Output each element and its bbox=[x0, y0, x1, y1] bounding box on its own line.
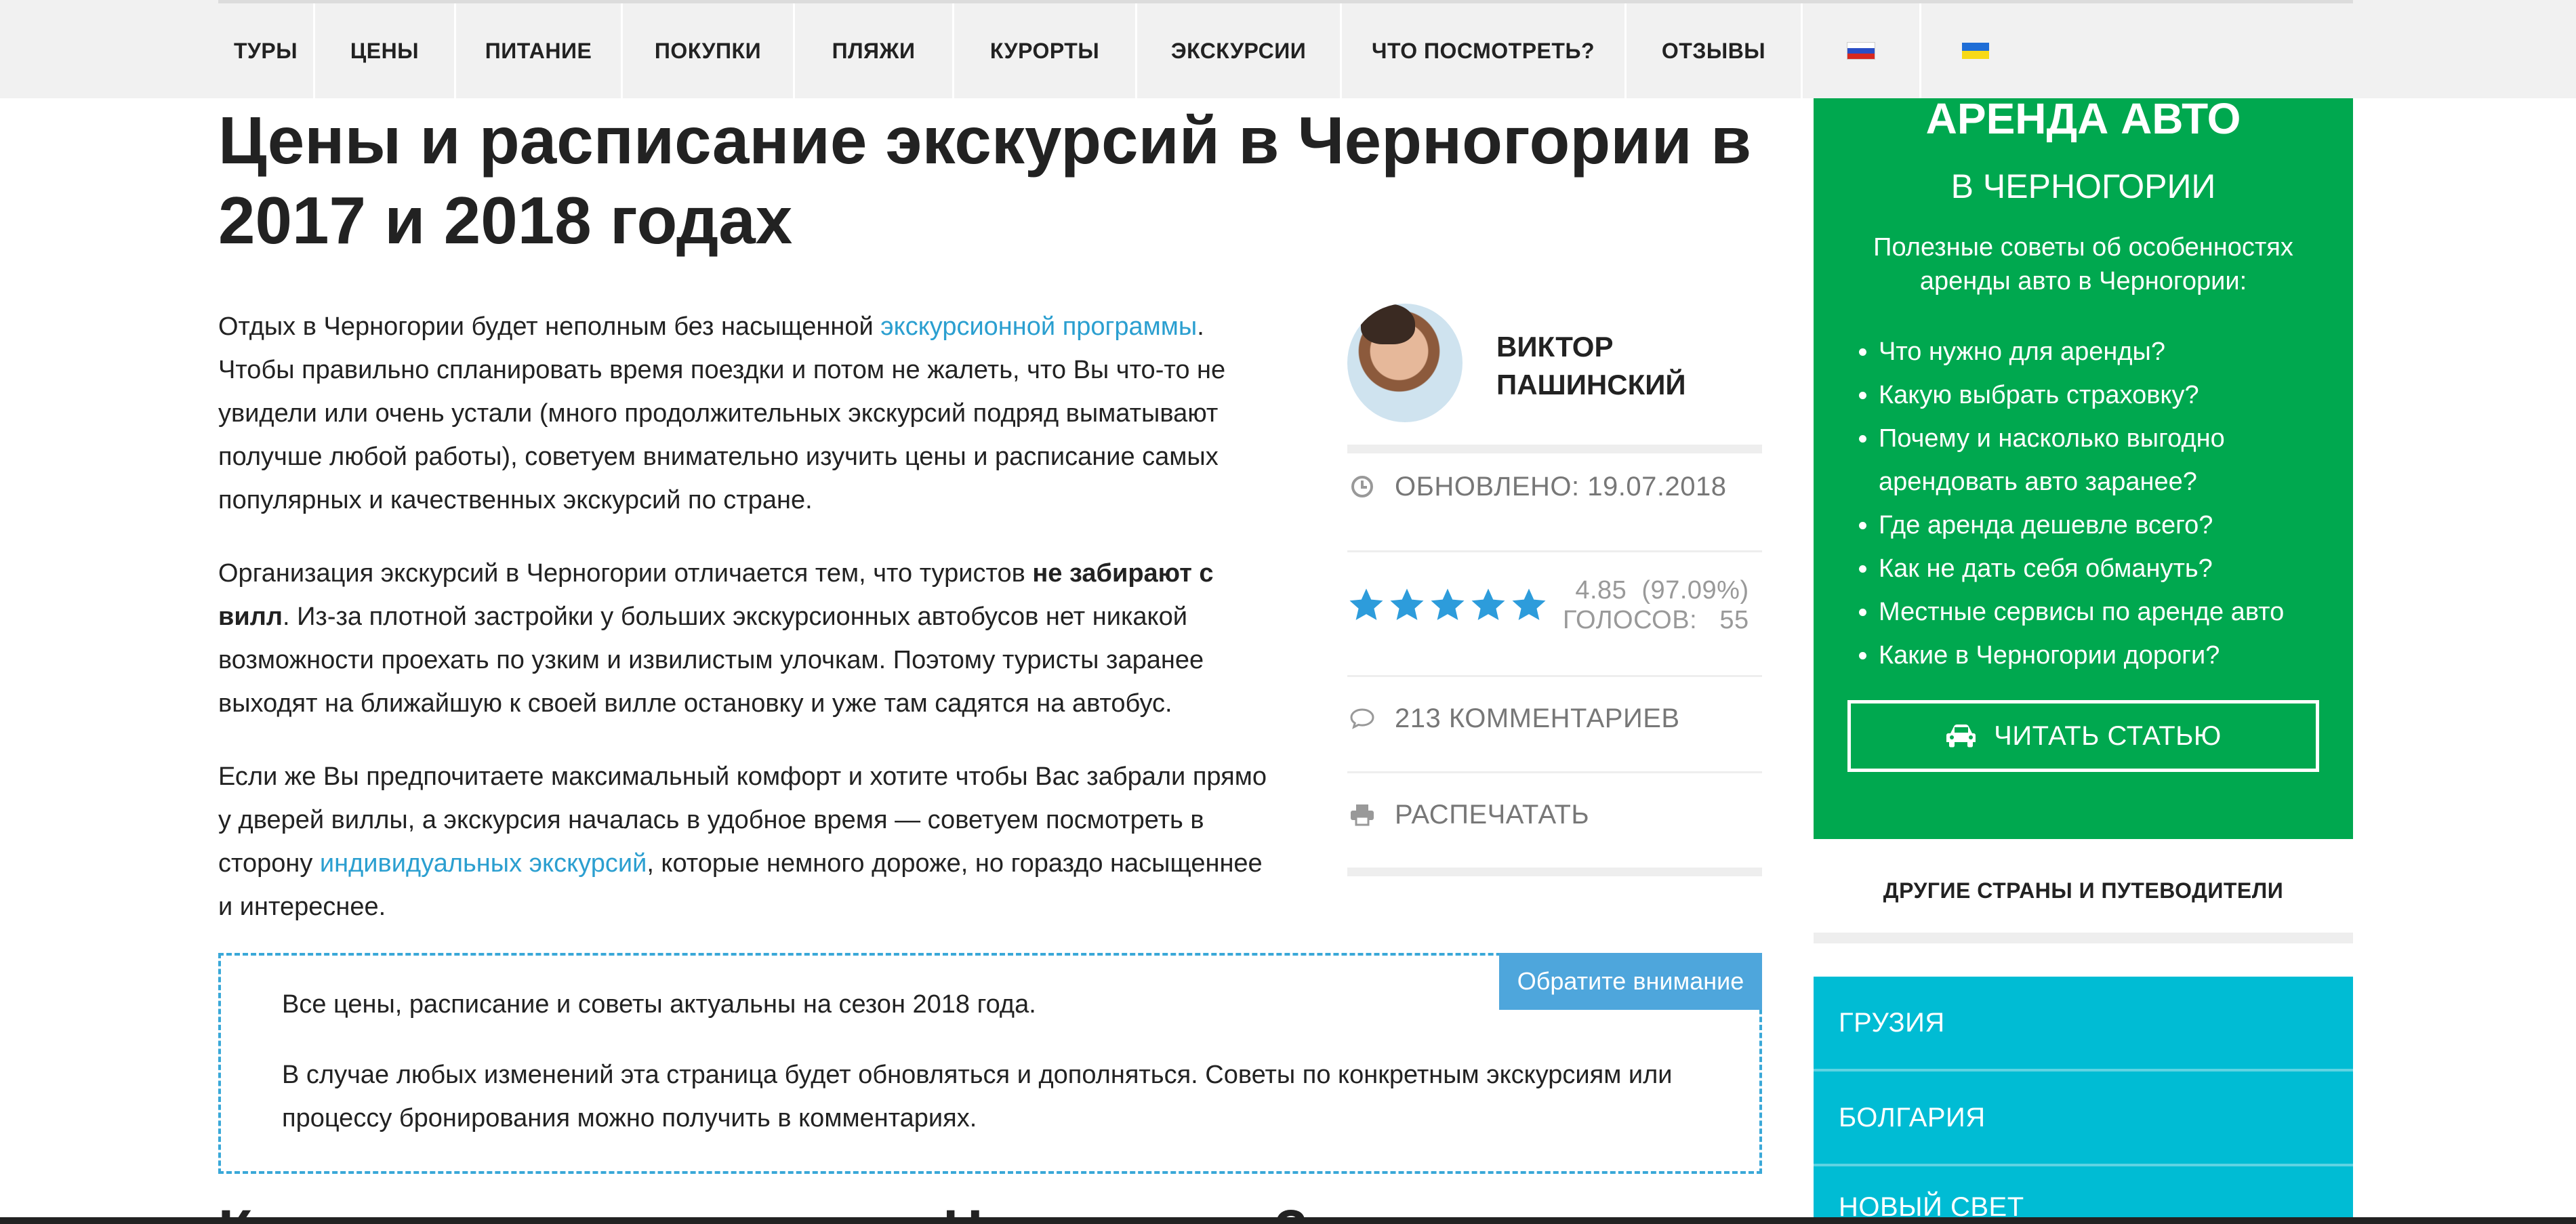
intro-paragraph-1: Отдых в Черногории будет неполным без на… bbox=[218, 312, 1226, 514]
top-nav: ТУРЫ ЦЕНЫ ПИТАНИЕ ПОКУПКИ ПЛЯЖИ КУРОРТЫ … bbox=[0, 0, 2576, 98]
flag-ru-icon bbox=[1847, 42, 1875, 60]
star-icon[interactable] bbox=[1469, 586, 1507, 624]
comment-icon bbox=[1347, 707, 1377, 730]
divider bbox=[1347, 771, 1762, 773]
nav-item-shopping[interactable]: ПОКУПКИ bbox=[623, 3, 795, 98]
list-item: Что нужно для аренды? bbox=[1879, 330, 2353, 373]
promo-list: Что нужно для аренды? Какую выбрать стра… bbox=[1854, 330, 2353, 677]
viewport-edge bbox=[0, 1217, 2576, 1224]
nav-item-reviews[interactable]: ОТЗЫВЫ bbox=[1627, 3, 1803, 98]
star-icon[interactable] bbox=[1429, 586, 1467, 624]
list-item: Где аренда дешевле всего? bbox=[1879, 504, 2353, 547]
flag-ua-icon bbox=[1962, 43, 1989, 59]
nav-item-beaches[interactable]: ПЛЯЖИ bbox=[795, 3, 954, 98]
intro-paragraph-3: Если же Вы предпочитаете максимальный ко… bbox=[218, 762, 1267, 921]
print-link[interactable]: РАСПЕЧАТАТЬ bbox=[1347, 794, 1762, 835]
country-link-new-world[interactable]: НОВЫЙ СВЕТ bbox=[1814, 1166, 2353, 1217]
notice-body: Все цены, расписание и советы актуальны … bbox=[282, 990, 1673, 1133]
star-icon[interactable] bbox=[1388, 586, 1426, 624]
nav-item-lang-ua[interactable] bbox=[1921, 3, 2030, 98]
nav-item-lang-ru[interactable] bbox=[1803, 3, 1921, 98]
divider bbox=[1814, 933, 2353, 943]
nav-item-food[interactable]: ПИТАНИЕ bbox=[456, 3, 623, 98]
star-icon[interactable] bbox=[1510, 586, 1548, 624]
rating-summary: 4.85 (97.09%) ГОЛОСОВ: 55 bbox=[1563, 576, 1749, 634]
rating-row: 4.85 (97.09%) ГОЛОСОВ: 55 bbox=[1347, 571, 1762, 639]
article-intro: Отдых в Черногории будет неполным без на… bbox=[218, 305, 1282, 958]
divider bbox=[1347, 445, 1762, 453]
list-item: Какую выбрать страховку? bbox=[1879, 373, 2353, 417]
print-icon bbox=[1347, 803, 1377, 826]
notice-box: Обратите внимание Все цены, расписание и… bbox=[218, 953, 1762, 1174]
clock-icon bbox=[1347, 475, 1377, 498]
divider bbox=[1347, 868, 1762, 876]
car-icon bbox=[1946, 725, 1976, 748]
avatar bbox=[1347, 304, 1463, 422]
divider bbox=[1347, 675, 1762, 677]
promo-subtitle: В ЧЕРНОГОРИИ bbox=[1950, 167, 2216, 205]
other-countries-title: ДРУГИЕ СТРАНЫ И ПУТЕВОДИТЕЛИ bbox=[1883, 878, 2284, 903]
car-rental-promo: АРЕНДА АВТО В ЧЕРНОГОРИИ Полезные советы… bbox=[1814, 94, 2353, 839]
divider bbox=[1347, 550, 1762, 552]
list-item: Почему и насколько выгодно арендовать ав… bbox=[1879, 417, 2353, 504]
page-title: Цены и расписание экскурсий в Черногории… bbox=[218, 103, 1752, 258]
intro-paragraph-2: Организация экскурсий в Черногории отлич… bbox=[218, 559, 1214, 718]
comments-link[interactable]: 213 КОММЕНТАРИЕВ bbox=[1347, 698, 1762, 739]
list-item: Как не дать себя обмануть? bbox=[1879, 547, 2353, 590]
individual-excursions-link[interactable]: индивидуальных экскурсий bbox=[320, 849, 647, 878]
nav-item-excursions[interactable]: ЭКСКУРСИИ bbox=[1137, 3, 1342, 98]
nav-item-prices[interactable]: ЦЕНЫ bbox=[315, 3, 456, 98]
nav-item-tours[interactable]: ТУРЫ bbox=[218, 3, 315, 98]
nav-menu: ТУРЫ ЦЕНЫ ПИТАНИЕ ПОКУПКИ ПЛЯЖИ КУРОРТЫ … bbox=[218, 0, 2353, 102]
nav-item-sights[interactable]: ЧТО ПОСМОТРЕТЬ? bbox=[1342, 3, 1627, 98]
list-item: Местные сервисы по аренде авто bbox=[1879, 590, 2353, 634]
rating-stars[interactable] bbox=[1347, 586, 1548, 624]
country-link-bulgaria[interactable]: БОЛГАРИЯ bbox=[1814, 1072, 2353, 1164]
updated-row: ОБНОВЛЕНО: 19.07.2018 bbox=[1347, 466, 1762, 507]
excursion-program-link[interactable]: экскурсионной программы bbox=[880, 312, 1197, 341]
country-link-georgia[interactable]: ГРУЗИЯ bbox=[1814, 977, 2353, 1069]
promo-title: АРЕНДА АВТО bbox=[1925, 94, 2241, 143]
author-name[interactable]: ВИКТОР ПАШИНСКИЙ bbox=[1496, 328, 1740, 404]
read-article-button[interactable]: ЧИТАТЬ СТАТЬЮ bbox=[1847, 700, 2319, 772]
nav-item-resorts[interactable]: КУРОРТЫ bbox=[954, 3, 1137, 98]
star-icon[interactable] bbox=[1347, 586, 1385, 624]
list-item: Какие в Черногории дороги? bbox=[1879, 634, 2353, 677]
promo-description: Полезные советы об особенностях аренды а… bbox=[1873, 233, 2293, 295]
